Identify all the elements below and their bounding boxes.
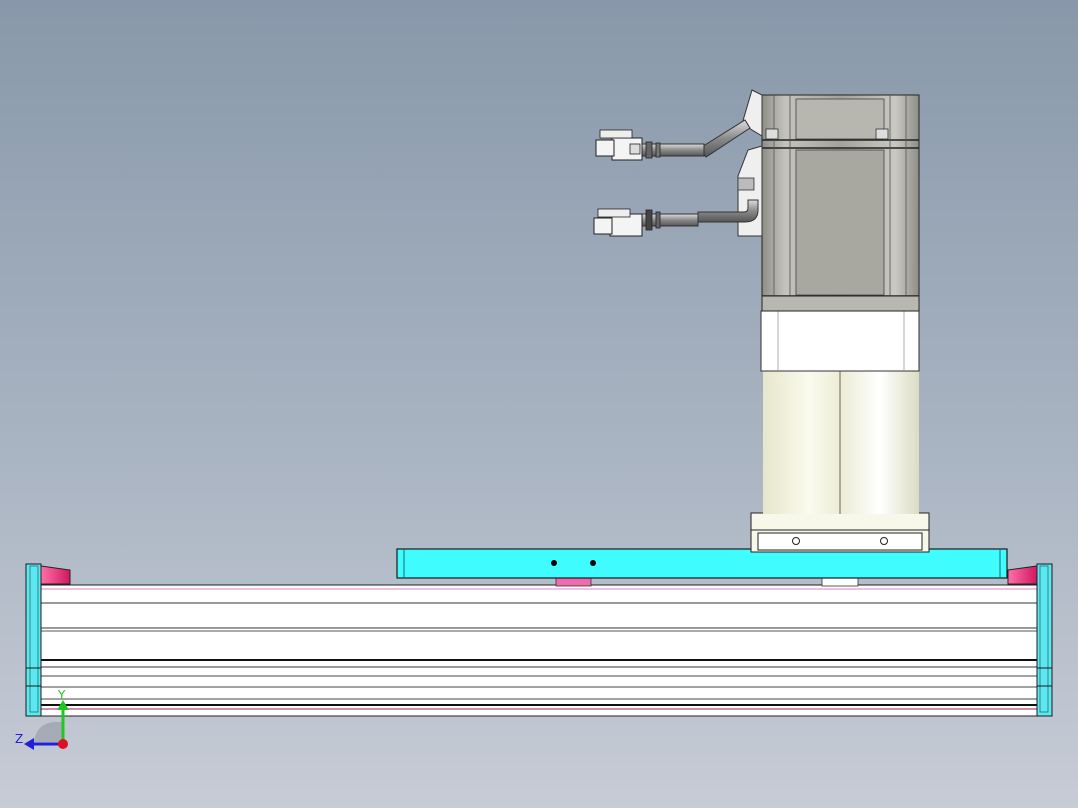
x-axis-origin xyxy=(58,739,68,749)
mount-hole xyxy=(551,560,557,566)
motor-mount-flange xyxy=(750,512,930,553)
encoder-cable xyxy=(595,119,751,161)
y-axis-label: Y xyxy=(58,688,66,702)
servo-motor xyxy=(761,94,920,312)
slider-block xyxy=(555,577,592,587)
coupling-shaft xyxy=(821,577,859,587)
axis-triad xyxy=(24,700,69,750)
carriage-plate xyxy=(396,548,1008,579)
reducer-housing xyxy=(760,310,920,514)
linear-rail-body xyxy=(39,584,1039,717)
z-axis-label: Z xyxy=(15,732,24,746)
mount-hole xyxy=(590,560,596,566)
linear-module-drawing xyxy=(25,89,1053,717)
power-cable xyxy=(593,199,759,237)
cad-viewport[interactable]: Y Z xyxy=(0,0,1078,808)
triad-arc xyxy=(34,722,62,742)
